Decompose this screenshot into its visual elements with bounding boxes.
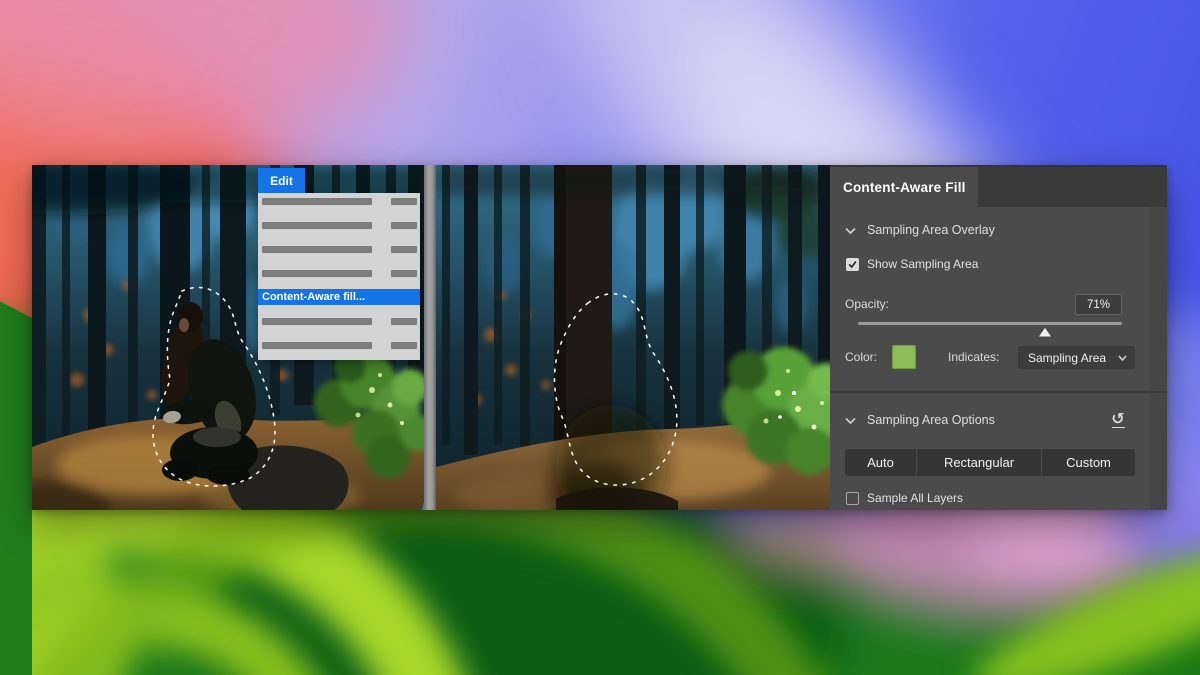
- checkmark-icon: [847, 258, 858, 270]
- menu-item-shortcut-bar: [391, 198, 417, 205]
- sample-all-layers-checkbox[interactable]: [846, 492, 859, 505]
- menu-item-shortcut-bar: [391, 270, 417, 277]
- reset-icon-underline: [1112, 427, 1125, 428]
- opacity-slider-thumb[interactable]: [1037, 326, 1053, 338]
- slider-thumb-icon: [1037, 326, 1053, 338]
- show-sampling-area-checkbox[interactable]: [846, 258, 859, 271]
- menu-item-placeholder: [258, 342, 420, 349]
- opacity-slider-track[interactable]: [858, 322, 1122, 325]
- arrow-icon: [416, 263, 424, 510]
- menu-item-placeholder: [258, 198, 420, 205]
- section-header-sampling-area-overlay[interactable]: Sampling Area Overlay: [845, 219, 995, 241]
- menu-item-shortcut-bar: [391, 342, 417, 349]
- opacity-value: 71%: [1087, 299, 1110, 311]
- section-divider: [830, 391, 1167, 393]
- reset-button[interactable]: ↺: [1106, 408, 1130, 432]
- edit-menu-button[interactable]: Edit: [258, 168, 305, 193]
- sample-all-layers-label: Sample All Layers: [867, 491, 963, 505]
- menu-item-label-bar: [262, 222, 372, 229]
- indicates-dropdown[interactable]: Sampling Area: [1018, 346, 1135, 369]
- edit-menu-label: Edit: [270, 174, 293, 188]
- edit-menu-mockup: Content-Aware fill...: [258, 193, 420, 360]
- indicates-label: Indicates:: [948, 350, 999, 364]
- panel-tab-bar: Content-Aware Fill: [830, 167, 1167, 207]
- menu-item-label-bar: [262, 318, 372, 325]
- forest-photo-person-removed: [436, 165, 830, 510]
- panel-tab-bar-empty: [978, 167, 1167, 207]
- menu-item-placeholder: [258, 222, 420, 229]
- tab-content-aware-fill[interactable]: Content-Aware Fill: [830, 167, 978, 207]
- panel-scroll-track[interactable]: [1150, 207, 1167, 510]
- menu-item-shortcut-bar: [391, 222, 417, 229]
- color-label: Color:: [845, 350, 877, 364]
- opacity-label: Opacity:: [845, 297, 889, 311]
- section-title: Sampling Area Options: [867, 413, 995, 427]
- section-header-sampling-area-options[interactable]: Sampling Area Options: [845, 409, 995, 431]
- menu-item-placeholder: [258, 318, 420, 325]
- panel-title: Content-Aware Fill: [843, 180, 966, 195]
- sample-all-layers-row: Sample All Layers: [846, 491, 963, 505]
- menu-item-shortcut-bar: [391, 246, 417, 253]
- menu-item-label-bar: [262, 270, 372, 277]
- reset-icon: ↺: [1111, 412, 1124, 426]
- menu-item-label-bar: [262, 342, 372, 349]
- chevron-down-icon: [845, 227, 856, 234]
- chevron-down-icon: [845, 417, 856, 424]
- sampling-area-button-group: Auto Rectangular Custom: [845, 449, 1135, 476]
- opacity-value-field[interactable]: 71%: [1075, 294, 1122, 315]
- custom-button[interactable]: Custom: [1042, 449, 1135, 476]
- menu-item-placeholder: [258, 270, 420, 277]
- content-aware-fill-tutorial-graphic: Edit Content-Aware fill...: [32, 165, 1167, 510]
- menu-item-content-aware-fill[interactable]: Content-Aware fill...: [258, 289, 420, 305]
- photo-before: Edit Content-Aware fill...: [32, 165, 424, 510]
- indicates-dropdown-value: Sampling Area: [1028, 351, 1106, 365]
- content-aware-fill-panel: Content-Aware Fill Sampling Area Overlay…: [830, 165, 1167, 510]
- menu-item-label-bar: [262, 198, 372, 205]
- show-sampling-area-label: Show Sampling Area: [867, 257, 978, 271]
- screenshot-stage: Edit Content-Aware fill...: [0, 0, 1200, 675]
- menu-item-label-bar: [262, 246, 372, 253]
- color-swatch[interactable]: [892, 345, 916, 369]
- auto-button[interactable]: Auto: [845, 449, 916, 476]
- menu-item-shortcut-bar: [391, 318, 417, 325]
- show-sampling-area-row: Show Sampling Area: [846, 257, 978, 271]
- menu-item-placeholder: [258, 246, 420, 253]
- photo-divider: [424, 165, 436, 510]
- dropdown-chevron-icon: [1118, 355, 1127, 361]
- rectangular-button[interactable]: Rectangular: [917, 449, 1041, 476]
- section-title: Sampling Area Overlay: [867, 223, 995, 237]
- photo-after: [436, 165, 830, 510]
